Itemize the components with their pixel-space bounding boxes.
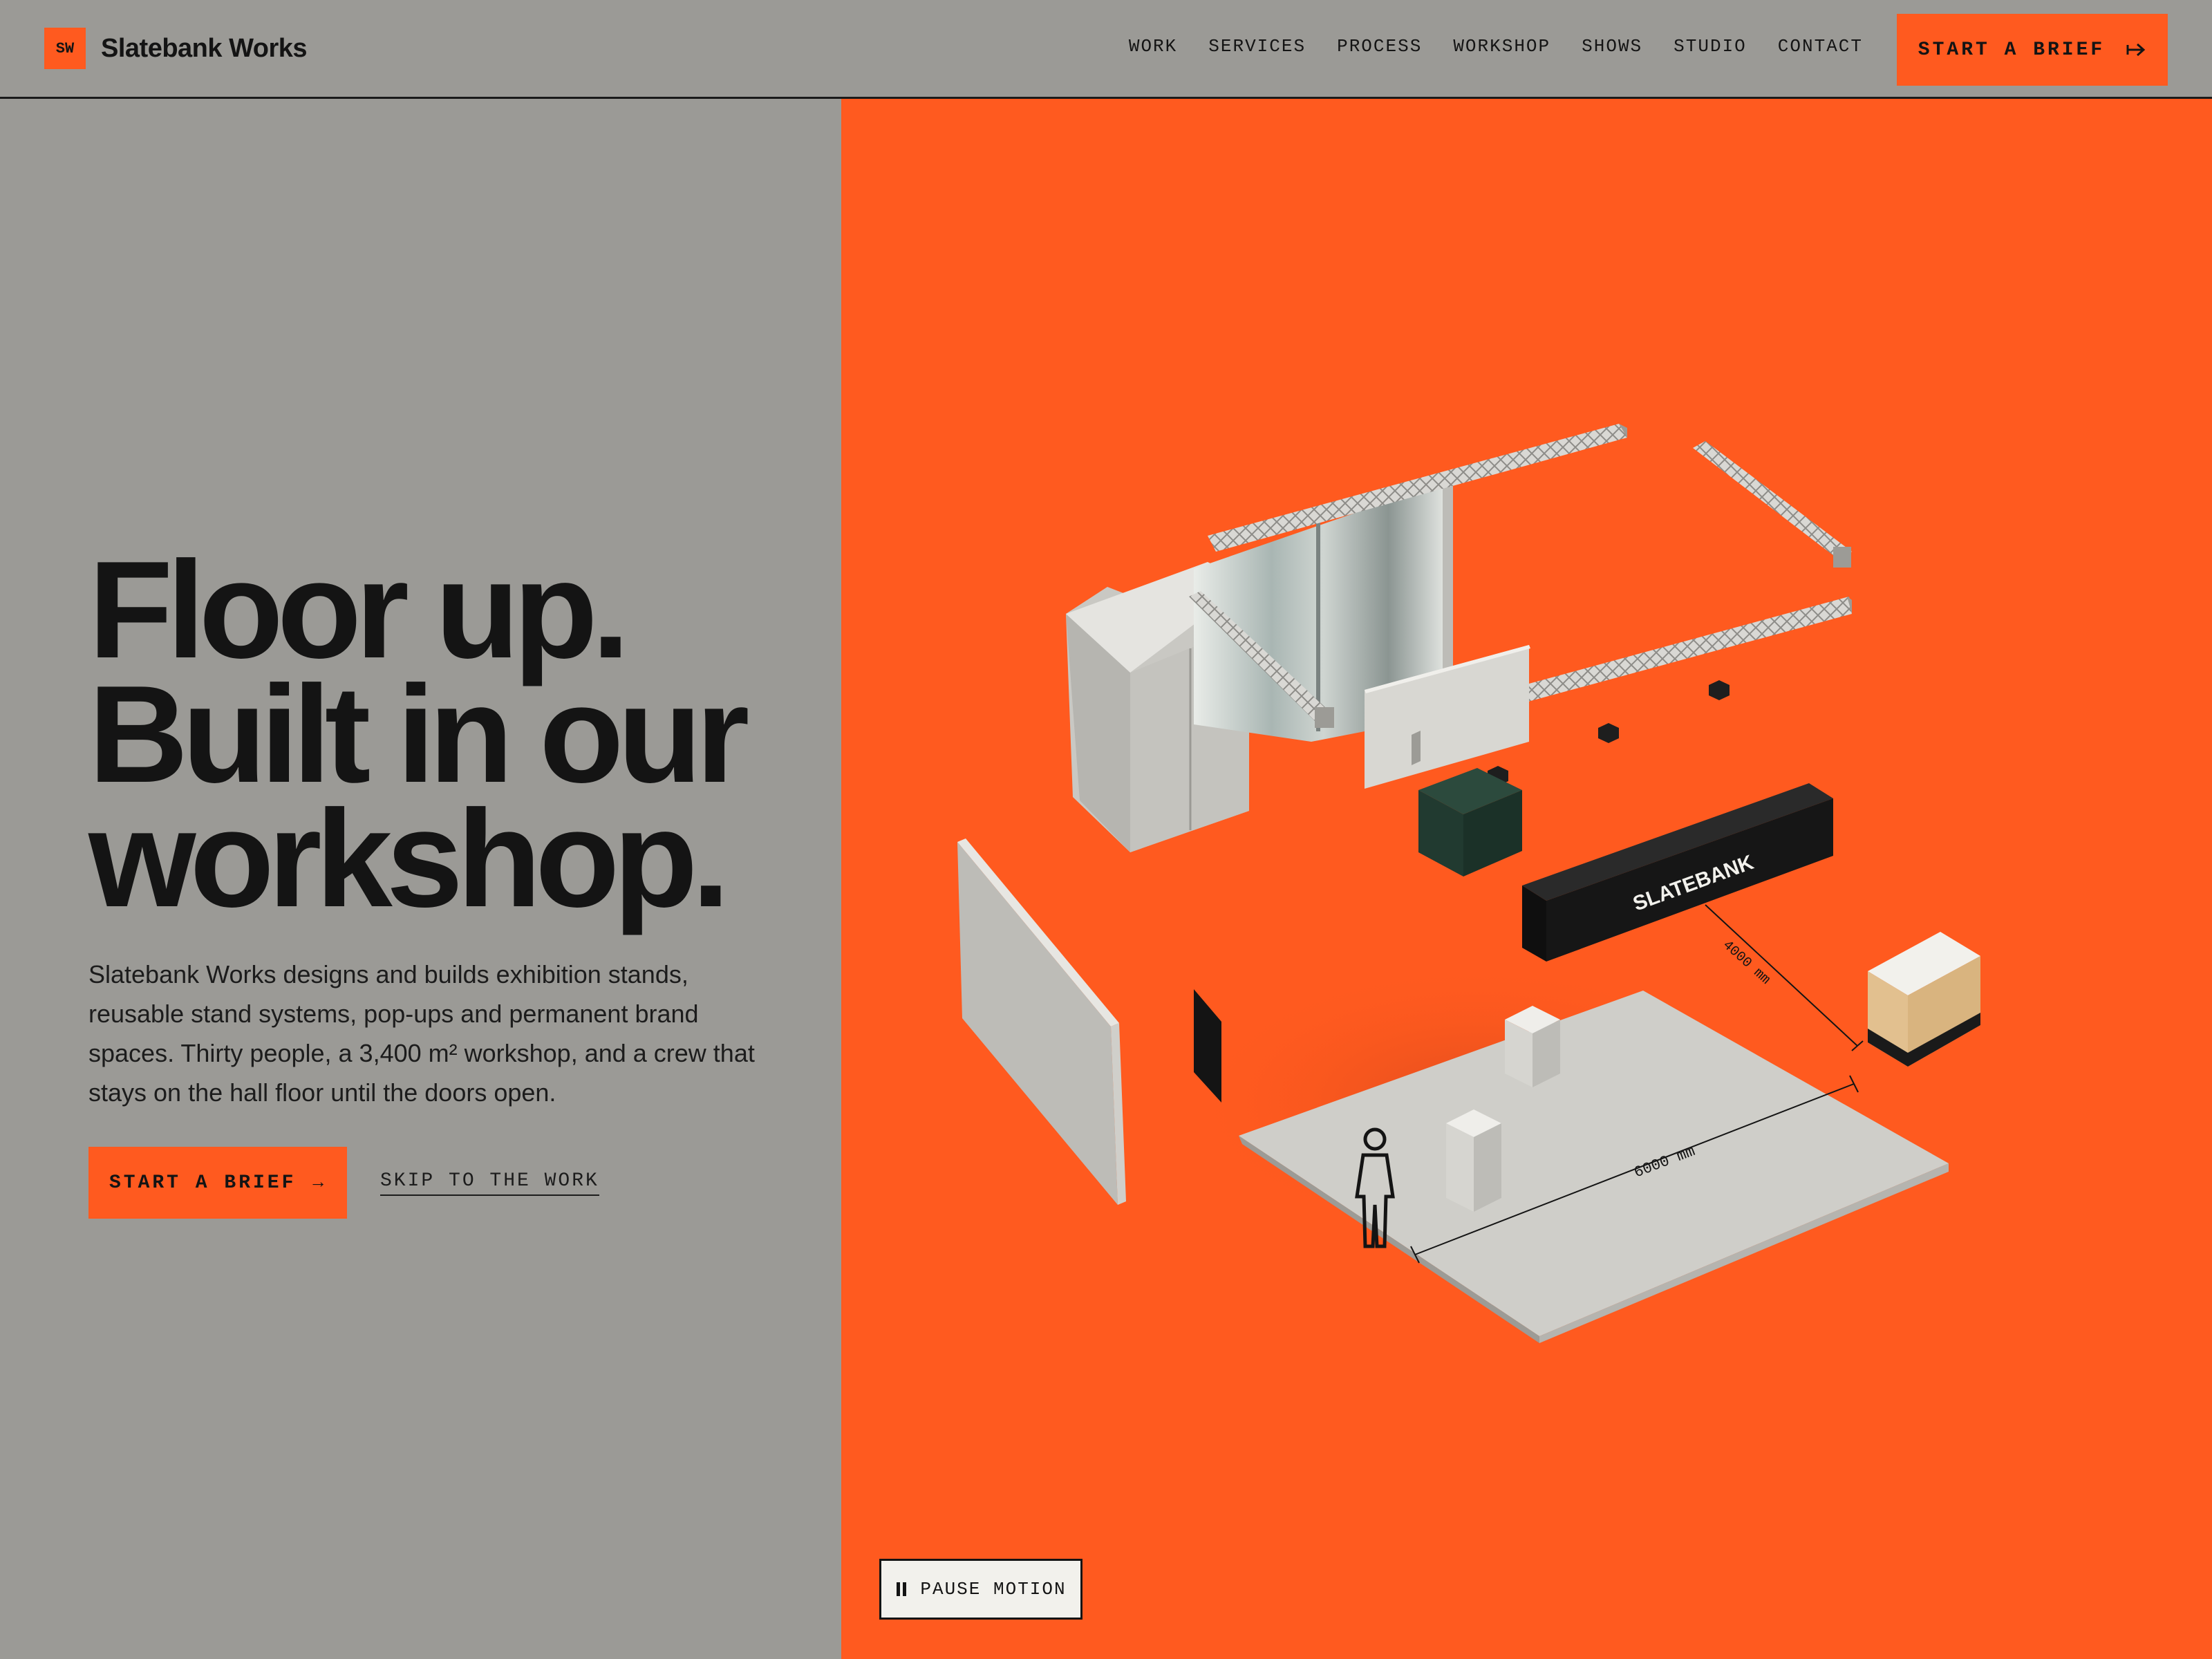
header-start-brief-button[interactable]: START A BRIEF	[1897, 14, 2168, 86]
hero-cta-label: START A BRIEF	[109, 1172, 297, 1194]
arrow-right-icon: →	[312, 1172, 327, 1193]
floor-plinth-back	[1505, 1006, 1560, 1087]
pause-motion-button[interactable]: PAUSE MOTION	[879, 1559, 1082, 1620]
nav-item-services[interactable]: SERVICES	[1208, 36, 1306, 57]
brand[interactable]: SW Slatebank Works	[44, 28, 308, 69]
hero-headline: Floor up. Built in our workshop.	[88, 533, 749, 936]
pause-motion-label: PAUSE MOTION	[920, 1579, 1067, 1600]
nav-item-work[interactable]: WORK	[1129, 36, 1177, 57]
exploded-stand-illustration: 6000 mm 4000 mm SLATEBANK	[957, 424, 1980, 1343]
brand-logo-mark: SW	[44, 28, 86, 69]
side-wall-panel	[957, 838, 1126, 1205]
hero-copy-panel: Floor up. Built in our workshop. Slateba…	[0, 99, 841, 1659]
headline-line-2: Built in our	[88, 657, 749, 812]
reception-counter	[1522, 783, 1833, 962]
hero-start-brief-button[interactable]: START A BRIEF →	[88, 1147, 347, 1219]
hero-lede: Slatebank Works designs and builds exhib…	[88, 960, 755, 1107]
hero-visual-panel: 6000 mm 4000 mm SLATEBANK PAUSE MOTION	[841, 99, 2212, 1659]
floor-plinth-front	[1446, 1109, 1501, 1212]
headline-line-1: Floor up.	[88, 533, 630, 687]
site-header: SW Slatebank Works WORK SERVICES PROCESS…	[0, 0, 2212, 99]
nav-item-studio[interactable]: STUDIO	[1674, 36, 1747, 57]
green-plinth	[1418, 768, 1522, 877]
main-nav: WORK SERVICES PROCESS WORKSHOP SHOWS STU…	[1098, 36, 1863, 57]
pause-icon	[895, 1582, 908, 1596]
brand-name: Slatebank Works	[101, 33, 308, 63]
arrow-right-icon	[2126, 42, 2146, 57]
nav-item-shows[interactable]: SHOWS	[1582, 36, 1642, 57]
headline-line-3: workshop.	[88, 782, 730, 936]
nav-item-contact[interactable]: CONTACT	[1778, 36, 1863, 57]
truss-right-depth	[1693, 441, 1852, 568]
nav-item-workshop[interactable]: WORKSHOP	[1453, 36, 1550, 57]
dimension-depth	[1705, 904, 1864, 1051]
header-cta-label: START A BRIEF	[1918, 39, 2106, 61]
nav-item-process[interactable]: PROCESS	[1337, 36, 1422, 57]
dimension-depth-label: 4000 mm	[1719, 937, 1773, 988]
skip-to-work-link[interactable]: SKIP TO THE WORK	[380, 1170, 599, 1196]
material-sample-block	[1868, 932, 1980, 1067]
